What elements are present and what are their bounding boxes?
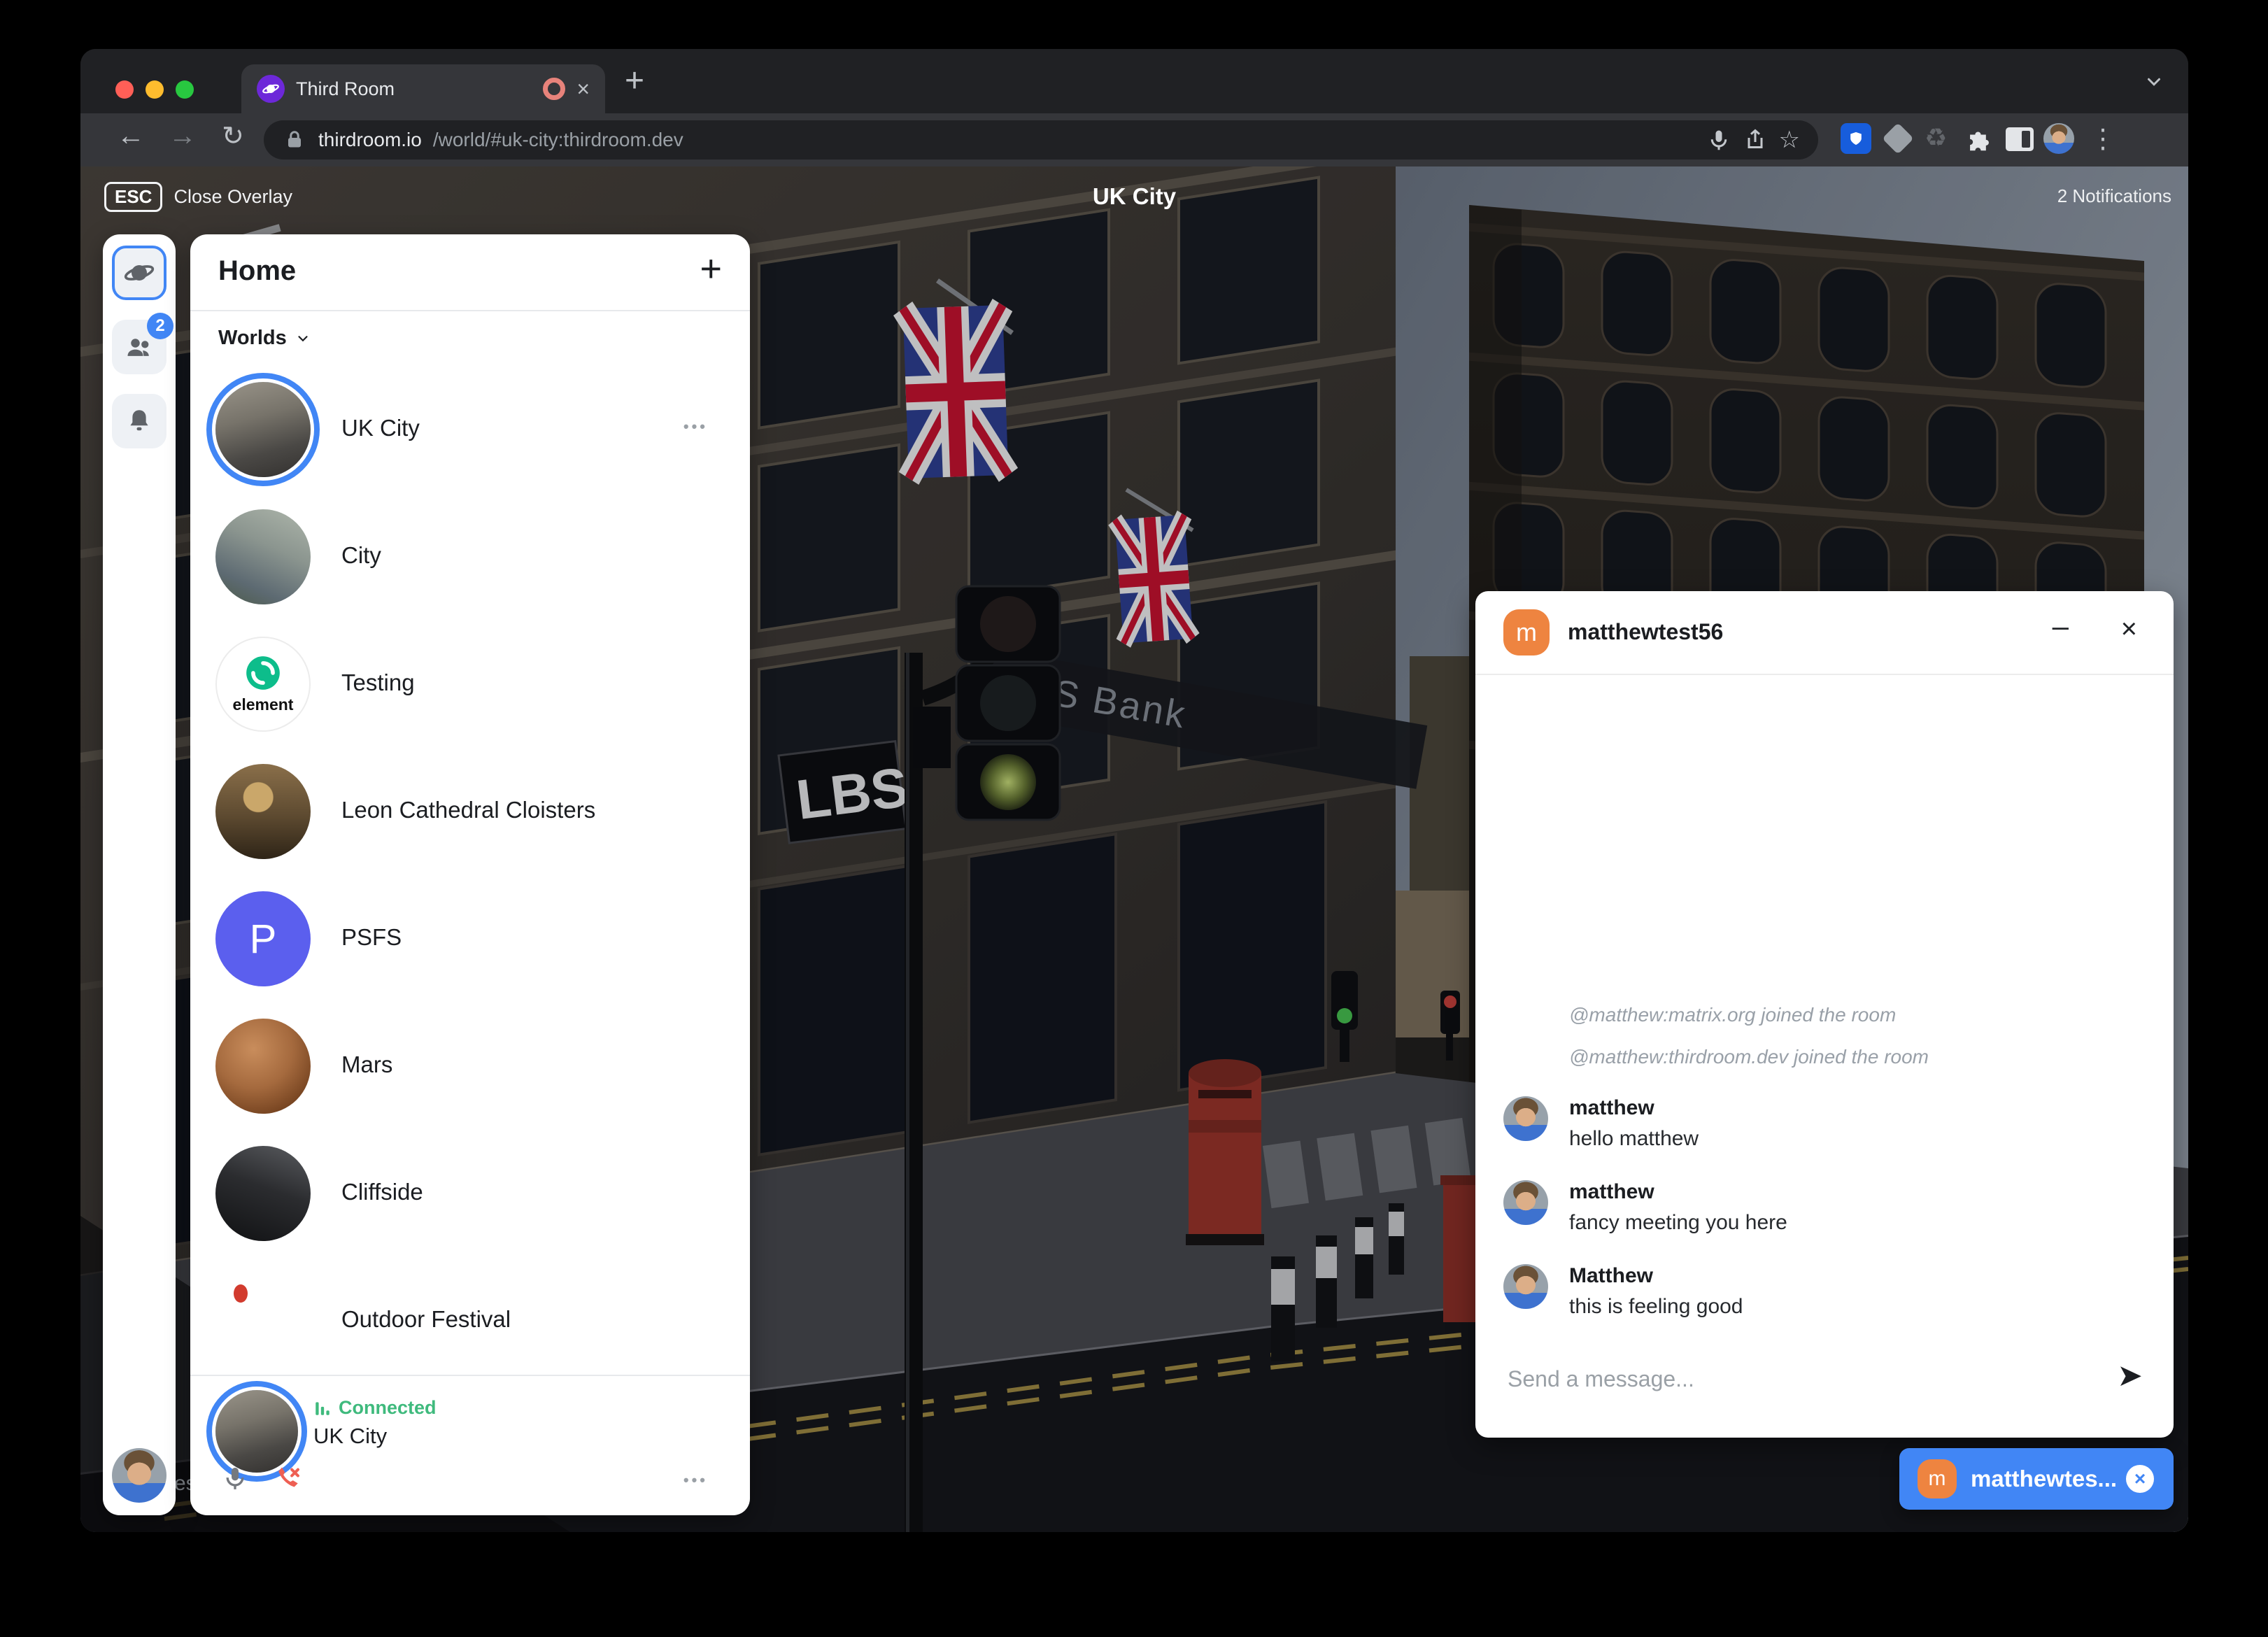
worlds-section-toggle[interactable]: Worlds [218, 327, 311, 350]
browser-menu-icon[interactable]: ⋮ [2090, 123, 2116, 155]
macos-minimize-button[interactable] [146, 80, 164, 99]
world-row-testing[interactable]: element Testing [190, 619, 750, 746]
mic-permission-icon[interactable] [1706, 127, 1731, 153]
bell-icon [125, 406, 154, 436]
rail-worlds-button[interactable] [112, 246, 166, 300]
extensions-puzzle-icon[interactable] [1964, 125, 1992, 156]
tab-recording-indicator-icon [543, 78, 565, 100]
message-sender: Matthew [1569, 1264, 1653, 1288]
rail-notifications-button[interactable] [112, 394, 166, 448]
create-world-button[interactable]: + [700, 247, 722, 290]
url-host: thirdroom.io [318, 129, 422, 151]
forward-button[interactable]: → [169, 122, 197, 150]
message-text: hello matthew [1569, 1127, 1699, 1151]
thirdroom-favicon-icon [257, 75, 285, 103]
signal-bars-icon [313, 1399, 332, 1417]
connected-world-name: UK City [313, 1424, 387, 1449]
user-avatar[interactable] [112, 1448, 166, 1503]
share-icon[interactable] [1743, 127, 1768, 153]
element-logo-icon [245, 655, 281, 691]
new-tab-button[interactable]: + [625, 62, 644, 100]
tab-close-icon[interactable]: × [576, 78, 590, 100]
left-rail: 2 [103, 234, 176, 1515]
bookmark-star-icon[interactable]: ☆ [1779, 128, 1800, 152]
chat-minimize-icon[interactable]: – [2053, 609, 2069, 643]
world-avatar [215, 1019, 311, 1114]
world-avatar: P [215, 891, 311, 986]
worlds-section-label: Worlds [218, 327, 287, 350]
friends-badge: 2 [147, 313, 173, 339]
world-row-leon[interactable]: Leon Cathedral Cloisters [190, 746, 750, 874]
call-options-icon[interactable]: ••• [683, 1471, 708, 1489]
notifications-count[interactable]: 2 Notifications [2057, 185, 2171, 207]
macos-close-button[interactable] [115, 80, 134, 99]
hangup-button[interactable] [273, 1464, 304, 1495]
tab-title: Third Room [296, 78, 532, 100]
back-button[interactable]: ← [117, 122, 145, 150]
browser-tab[interactable]: Third Room × [241, 64, 605, 113]
browser-profile-avatar[interactable] [2043, 123, 2074, 154]
balloon-decoration [234, 1284, 248, 1303]
world-avatar [215, 764, 311, 859]
recycle-extension-icon[interactable]: ♻ [1925, 123, 1947, 153]
home-panel-title: Home [218, 255, 296, 287]
rail-friends-button[interactable]: 2 [112, 320, 166, 374]
lock-icon [282, 127, 307, 153]
call-pill-close-icon[interactable]: × [2126, 1465, 2154, 1493]
side-panel-icon[interactable] [2006, 127, 2034, 151]
chat-close-icon[interactable]: × [2121, 614, 2137, 645]
world-row-outdoor-festival[interactable]: Outdoor Festival [190, 1256, 750, 1383]
home-panel: Home + Worlds UK City ••• City [190, 234, 750, 1515]
chevron-down-icon [295, 331, 311, 346]
message-sender: matthew [1569, 1180, 1654, 1204]
message-sender: matthew [1569, 1096, 1654, 1120]
reload-button[interactable]: ↻ [222, 123, 244, 150]
world-row-uk-city[interactable]: UK City ••• [190, 364, 750, 492]
message-avatar [1503, 1096, 1548, 1141]
url-bar[interactable]: thirdroom.io/world/#uk-city:thirdroom.de… [264, 120, 1818, 160]
world-avatar [215, 382, 311, 477]
world-row-city[interactable]: City [190, 492, 750, 619]
send-message-icon[interactable]: ➤ [2117, 1361, 2143, 1391]
call-pill-avatar: m [1918, 1459, 1957, 1498]
world-row-cliffside[interactable]: Cliffside [190, 1128, 750, 1256]
url-path: /world/#uk-city:thirdroom.dev [433, 129, 683, 151]
world-avatar-element-logo: element [215, 637, 311, 732]
message-avatar [1503, 1180, 1548, 1225]
world-avatar [215, 509, 311, 604]
world-row-mars[interactable]: Mars [190, 1001, 750, 1128]
planet-icon [124, 257, 155, 288]
browser-toolbar: ← → ↻ thirdroom.io/world/#uk-city:thirdr… [80, 113, 2188, 166]
extension-icon[interactable] [1882, 122, 1913, 154]
bitwarden-extension-icon[interactable] [1841, 123, 1871, 154]
close-overlay-control[interactable]: ESC Close Overlay [104, 182, 292, 212]
world-avatar [215, 1146, 311, 1241]
connected-world-avatar [215, 1390, 298, 1473]
chat-room-title: matthewtest56 [1568, 619, 1723, 645]
esc-key-badge: ESC [104, 182, 162, 212]
page-content: LBS Bank LBS Bank LBS [80, 166, 2188, 1532]
browser-tabstrip: Third Room × + [80, 49, 2188, 113]
message-text: this is feeling good [1569, 1295, 1743, 1319]
message-avatar [1503, 1264, 1548, 1309]
close-overlay-label: Close Overlay [173, 186, 292, 208]
macos-zoom-button[interactable] [176, 80, 194, 99]
desktop-background: Third Room × + ← → ↻ thirdroom.io/world/… [0, 0, 2268, 1637]
browser-window: Third Room × + ← → ↻ thirdroom.io/world/… [80, 49, 2188, 1532]
world-row-psfs[interactable]: P PSFS [190, 874, 750, 1001]
mic-button[interactable] [221, 1464, 249, 1492]
world-options-icon[interactable]: ••• [683, 418, 708, 436]
room-event: @matthew:thirdroom.dev joined the room [1569, 1046, 1929, 1068]
chat-room-avatar: m [1503, 609, 1550, 655]
world-title: UK City [1093, 183, 1176, 210]
people-icon [124, 332, 155, 362]
tab-search-chevron-icon[interactable] [2143, 71, 2164, 96]
connection-status: Connected [313, 1397, 437, 1419]
active-call-pill[interactable]: m matthewtes... × [1899, 1448, 2174, 1510]
room-event: @matthew:matrix.org joined the room [1569, 1004, 1896, 1026]
chat-panel: m matthewtest56 – × @matthew:matrix.org … [1475, 591, 2174, 1438]
chat-message-input[interactable] [1506, 1358, 2094, 1400]
message-text: fancy meeting you here [1569, 1211, 1787, 1235]
call-pill-label: matthewtes... [1971, 1448, 2117, 1510]
